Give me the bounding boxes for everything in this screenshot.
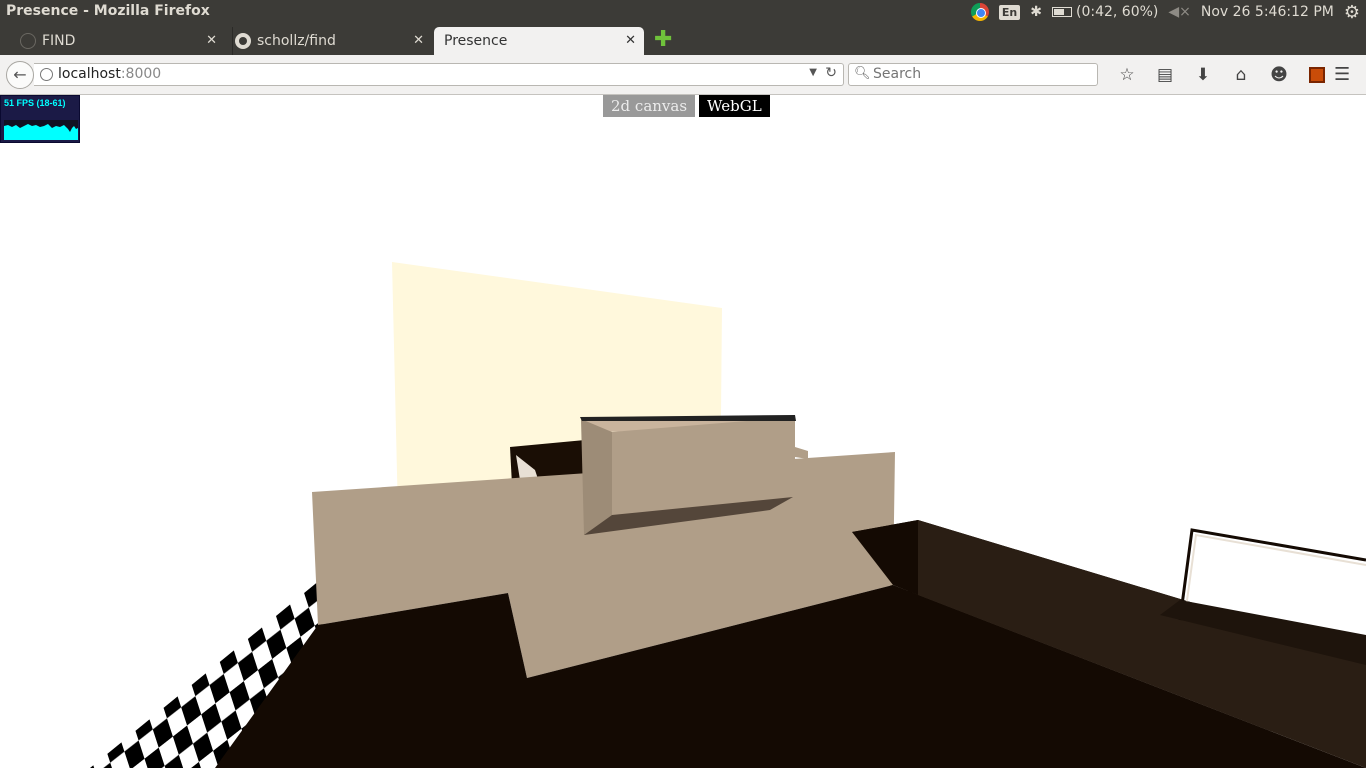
canvas-2d-button[interactable]: 2d canvas	[603, 95, 696, 117]
fps-counter[interactable]: 51 FPS (18-61)	[0, 95, 80, 143]
find-favicon-icon	[20, 33, 36, 49]
render-mode-switch: 2d canvas WebGL	[603, 95, 770, 117]
tab-label: FIND	[42, 33, 76, 49]
download-icon[interactable]: ⬇	[1184, 65, 1222, 85]
chat-icon[interactable]: ☻	[1260, 65, 1298, 85]
battery-status: (0:42, 60%)	[1075, 4, 1159, 20]
system-tray: En ✱ (0:42, 60%) ◀× Nov 26 5:46:12 PM ⚙	[970, 0, 1366, 24]
reload-icon[interactable]: ↻	[825, 65, 837, 81]
search-input[interactable]	[873, 66, 1083, 82]
back-button[interactable]: ←	[6, 61, 34, 89]
back-arrow-icon: ←	[13, 65, 27, 84]
tab-label: schollz/find	[257, 33, 336, 49]
tab-presence[interactable]: Presence ✕	[434, 27, 644, 55]
close-icon[interactable]: ✕	[625, 33, 636, 48]
hamburger-menu-icon[interactable]: ☰	[1334, 64, 1350, 85]
battery-indicator[interactable]: (0:42, 60%)	[1051, 4, 1159, 20]
url-host: localhost	[58, 66, 121, 82]
navigation-toolbar: ← localhost:8000 ▼ ↻ 🔍︎ ☆ ▤ ⬇ ⌂ ☻ ☰	[0, 55, 1366, 95]
webgl-scene[interactable]	[0, 95, 1366, 768]
tab-find[interactable]: FIND ✕	[20, 27, 225, 55]
window-title: Presence - Mozilla Firefox	[6, 3, 210, 19]
top-panel: Presence - Mozilla Firefox En ✱ (0:42, 6…	[0, 0, 1366, 24]
url-text[interactable]: localhost:8000	[58, 66, 161, 82]
volume-icon[interactable]: ◀×	[1168, 4, 1191, 20]
furniture-box-left	[581, 419, 612, 535]
furniture-nub	[795, 447, 808, 459]
globe-icon	[40, 68, 53, 81]
extension-icon[interactable]	[1309, 67, 1325, 83]
tab-strip: FIND ✕ schollz/find ✕ Presence ✕ ✚	[0, 24, 1366, 55]
battery-icon	[1051, 7, 1072, 17]
keyboard-layout-indicator[interactable]: En	[998, 4, 1021, 20]
close-icon[interactable]: ✕	[413, 33, 424, 48]
chrome-icon[interactable]	[970, 3, 989, 21]
bookmark-star-icon[interactable]: ☆	[1108, 65, 1146, 85]
tab-schollz-find[interactable]: schollz/find ✕	[232, 27, 432, 55]
github-icon	[235, 33, 251, 49]
url-bar[interactable]: localhost:8000 ▼ ↻	[34, 63, 844, 86]
home-icon[interactable]: ⌂	[1222, 65, 1260, 85]
close-icon[interactable]: ✕	[206, 33, 217, 48]
webgl-button[interactable]: WebGL	[699, 95, 770, 117]
url-port: :8000	[120, 66, 162, 82]
search-bar[interactable]: 🔍︎	[848, 63, 1098, 86]
laptop-screen-inner	[1184, 533, 1366, 616]
history-dropdown-icon[interactable]: ▼	[809, 67, 817, 78]
reading-list-icon[interactable]: ▤	[1146, 65, 1184, 85]
fps-label: 51 FPS (18-61)	[4, 98, 66, 108]
bluetooth-icon[interactable]: ✱	[1030, 4, 1042, 20]
search-icon: 🔍︎	[854, 66, 871, 81]
clock[interactable]: Nov 26 5:46:12 PM	[1201, 4, 1334, 20]
toolbar-icons: ☆ ▤ ⬇ ⌂ ☻	[1108, 63, 1336, 87]
new-tab-plus-icon[interactable]: ✚	[654, 29, 672, 51]
tab-label: Presence	[444, 33, 508, 49]
gear-icon[interactable]: ⚙	[1344, 2, 1360, 23]
fps-graph	[4, 120, 78, 140]
page-viewport: 51 FPS (18-61) 2d canvas WebGL	[0, 95, 1366, 768]
